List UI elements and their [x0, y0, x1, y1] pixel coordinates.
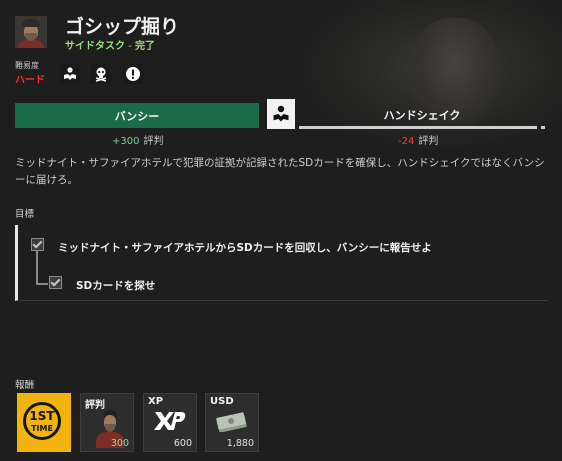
- choice-handshake-underline: [299, 126, 537, 129]
- handshake-reputation-value: -24: [398, 136, 415, 147]
- reward-reputation-amount: 300: [110, 438, 129, 449]
- reward-reputation-label: 評判: [85, 400, 105, 411]
- reward-reputation: 評判 300: [80, 393, 134, 452]
- objective-tree-branch: [36, 283, 48, 285]
- reward-xp-amount: 600: [173, 438, 192, 449]
- handshake-reputation: -24 評判: [398, 132, 438, 147]
- banshee-reputation-label: 評判: [143, 136, 164, 147]
- reward-first-time: 1ST TIME: [17, 393, 71, 452]
- first-time-label: 1ST: [29, 409, 55, 423]
- first-time-sublabel: TIME: [31, 424, 53, 433]
- mission-type: サイドタスク: [65, 41, 125, 52]
- handshake-icon[interactable]: [60, 64, 80, 84]
- reward-usd-amount: 1,880: [226, 438, 254, 449]
- subobjective-checkbox: [49, 276, 62, 289]
- reward-xp: XP 600: [143, 393, 197, 452]
- difficulty-label: 難易度: [15, 61, 39, 70]
- difficulty-value: ハード: [15, 75, 45, 86]
- mission-giver-portrait: [15, 16, 47, 48]
- handshake-reputation-label: 評判: [418, 136, 439, 147]
- mission-description: ミッドナイト・サファイアホテルで犯罪の証拠が記録されたSDカードを確保し、ハンド…: [15, 157, 545, 186]
- subobjective-text: SDカードを探せ: [76, 280, 156, 292]
- banshee-reputation: +300 評判: [112, 132, 163, 147]
- reward-usd-label: USD: [210, 396, 234, 407]
- mission-status: 完了: [134, 41, 155, 52]
- reward-xp-label: XP: [148, 396, 164, 407]
- choice-handshake-underline-end: [541, 126, 545, 129]
- reward-usd: USD 1,880: [205, 393, 259, 452]
- rewards-heading: 報酬: [15, 380, 35, 391]
- xp-icon: [154, 412, 186, 430]
- objective-tree-line: [36, 250, 38, 285]
- choice-banshee-button[interactable]: バンシー: [15, 103, 259, 128]
- choice-banshee-label: バンシー: [114, 109, 160, 123]
- mission-title: ゴシップ掘り: [65, 16, 180, 38]
- objective-text: ミッドナイト・サファイアホテルからSDカードを回収し、バンシーに報告せよ: [58, 242, 432, 254]
- choice-handshake-label: ハンドシェイク: [383, 108, 461, 122]
- banshee-reputation-value: +300: [112, 136, 140, 147]
- alert-icon[interactable]: [123, 64, 143, 84]
- first-time-icon: 1ST TIME: [23, 402, 61, 440]
- objectives-heading: 目標: [15, 209, 35, 220]
- mission-subtitle: サイドタスク - 完了: [65, 37, 155, 52]
- subtitle-separator: -: [128, 41, 132, 52]
- cash-icon: [216, 412, 247, 432]
- skull-icon[interactable]: [91, 64, 111, 84]
- choice-handshake-button[interactable]: ハンドシェイク: [299, 103, 545, 126]
- handshake-icon: [267, 99, 295, 129]
